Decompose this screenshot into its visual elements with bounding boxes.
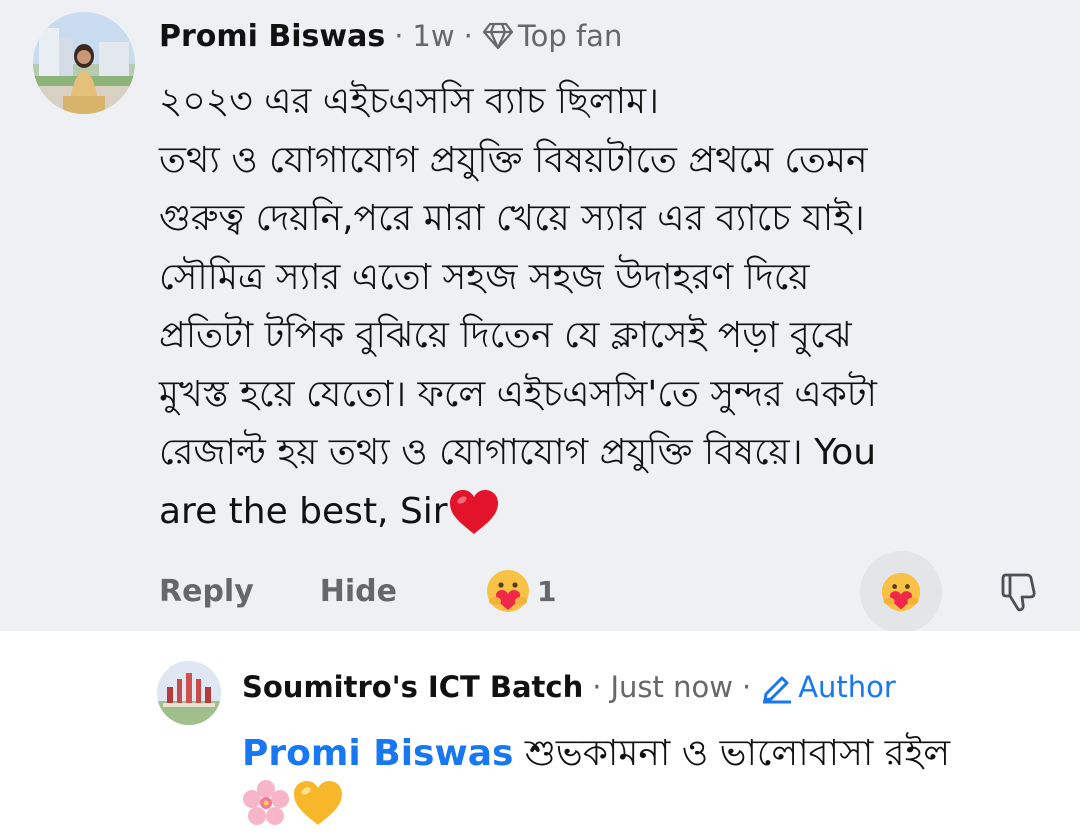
separator-dot: · <box>394 19 404 53</box>
comment-header: Promi Biswas · 1w · Top fan <box>159 14 622 58</box>
dislike-button[interactable] <box>996 570 1040 614</box>
hide-button[interactable]: Hide <box>320 574 397 609</box>
reply-header: Soumitro's ICT Batch · Just now · Author <box>242 665 896 709</box>
author-badge: Author <box>760 670 896 704</box>
reaction-count: 1 <box>536 574 557 608</box>
comment-line: সৌমিত্র স্যার এতো সহজ সহজ উদাহরণ দিয়ে <box>159 256 810 298</box>
reply-emoji-line <box>242 779 1062 827</box>
reply-author-name[interactable]: Soumitro's ICT Batch <box>242 670 583 704</box>
separator-dot: · <box>741 670 752 704</box>
react-button[interactable] <box>860 551 942 633</box>
commenter-avatar[interactable] <box>33 12 135 114</box>
reply-line: Promi Biswas শুভকামনা ও ভালোবাসা রইল <box>242 725 1062 783</box>
comment-body: ২০২৩ এর এইচএসসি ব্যাচ ছিলাম। তথ্য ও যোগা… <box>159 73 1049 541</box>
reply-time[interactable]: Just now <box>610 670 732 704</box>
red-heart-icon <box>449 489 498 534</box>
comment-line: ২০২৩ এর এইচএসসি ব্যাচ ছিলাম। <box>159 81 659 122</box>
comment-time[interactable]: 1w <box>412 19 454 53</box>
comment-line: গুরুত্ব দেয়নি,পরে মারা খেয়ে স্যার এর ব… <box>159 198 865 239</box>
comment-actions: Reply Hide 1 <box>159 568 556 614</box>
comment-block: Promi Biswas · 1w · Top fan ২০২৩ এর এইচএ… <box>0 0 1080 633</box>
comment-line: প্রতিটা টপিক বুঝিয়ে দিতেন যে ক্লাসেই পড… <box>159 315 852 356</box>
separator-dot: · <box>463 19 473 53</box>
thumbs-down-icon <box>1001 573 1036 612</box>
separator-dot: · <box>592 670 602 704</box>
diamond-icon <box>482 22 513 50</box>
cherry-blossom-icon <box>243 780 289 825</box>
reply-body: Promi Biswas শুভকামনা ও ভালোবাসা রইল <box>242 725 1062 827</box>
care-reaction-icon <box>486 570 529 612</box>
top-fan-label: Top fan <box>517 19 623 53</box>
reaction-summary[interactable]: 1 <box>485 568 556 614</box>
mention-link[interactable]: Promi Biswas <box>242 733 513 774</box>
top-fan-badge[interactable]: Top fan <box>482 19 623 53</box>
yellow-heart-icon <box>294 781 342 825</box>
reply-text: শুভকামনা ও ভালোবাসা রইল <box>524 733 951 774</box>
comment-line: রেজাল্ট হয় তথ্য ও যোগাযোগ প্রযুক্তি বিষ… <box>159 432 877 473</box>
care-reaction-icon <box>881 572 921 612</box>
reply-block: Soumitro's ICT Batch · Just now · Author… <box>0 631 1080 836</box>
reply-button[interactable]: Reply <box>159 574 254 609</box>
comment-line: are the best, Sir <box>159 490 448 532</box>
pencil-icon <box>763 676 792 704</box>
page-avatar[interactable] <box>157 661 221 725</box>
comment-last-line: are the best, Sir <box>159 483 1049 542</box>
commenter-name[interactable]: Promi Biswas <box>159 19 385 54</box>
author-badge-label: Author <box>798 670 896 704</box>
comment-line: মুখস্ত হয়ে যেতো। ফলে এইচএসসি'তে সুন্দর … <box>159 373 877 415</box>
comment-line: তথ্য ও যোগাযোগ প্রযুক্তি বিষয়টাতে প্রথম… <box>159 139 868 181</box>
